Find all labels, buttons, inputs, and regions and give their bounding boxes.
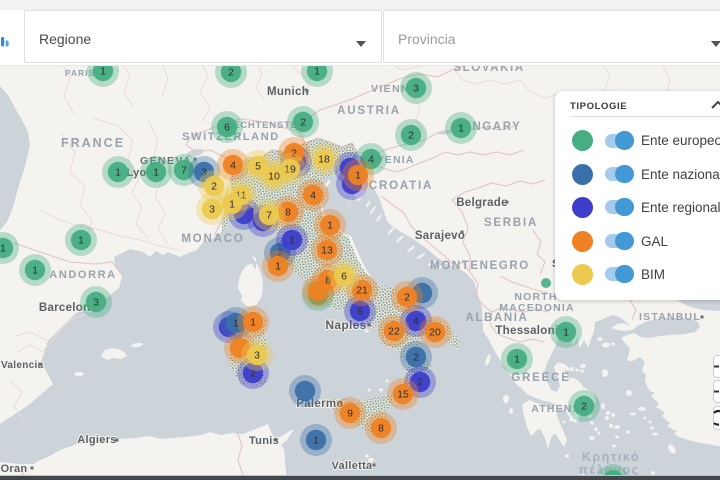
svg-text:4: 4 [310,190,316,202]
svg-text:2: 2 [413,352,419,364]
svg-text:8: 8 [285,207,291,219]
svg-text:13: 13 [321,245,333,257]
svg-text:SERBIA: SERBIA [484,217,538,229]
svg-text:20: 20 [429,327,441,339]
svg-text:10: 10 [268,171,280,183]
svg-text:ANDORRA: ANDORRA [49,269,116,281]
svg-text:CROATIA: CROATIA [369,180,433,192]
svg-text:6: 6 [341,271,347,283]
svg-text:Κρητικό: Κρητικό [582,450,640,464]
svg-text:2: 2 [581,401,587,413]
svg-text:2: 2 [404,292,410,304]
svg-text:Belgrade: Belgrade [456,197,508,209]
svg-text:AUSTRIA: AUSTRIA [337,105,401,117]
svg-text:1: 1 [458,123,464,135]
svg-text:FRANCE: FRANCE [61,136,125,150]
svg-text:21: 21 [356,285,368,297]
svg-text:1: 1 [153,167,159,179]
svg-text:1: 1 [100,66,106,78]
svg-text:Sarajevo: Sarajevo [415,230,465,242]
svg-text:18: 18 [318,154,330,166]
svg-text:4: 4 [413,316,419,328]
svg-text:22: 22 [388,326,400,338]
svg-text:ISTANBUL: ISTANBUL [639,311,701,323]
svg-text:MONACO: MONACO [181,233,244,245]
svg-text:Valletta: Valletta [332,460,374,472]
svg-text:Munich: Munich [267,86,309,98]
svg-text:7: 7 [266,210,272,222]
svg-text:8: 8 [378,423,384,435]
svg-text:1: 1 [514,354,520,366]
svg-text:1: 1 [563,327,569,339]
svg-text:1: 1 [229,199,235,211]
svg-text:1: 1 [250,317,256,329]
svg-text:Algiers: Algiers [77,434,116,446]
svg-text:4: 4 [230,160,236,172]
svg-text:2: 2 [211,181,217,193]
svg-text:2: 2 [228,67,234,79]
svg-text:3: 3 [413,83,419,95]
svg-text:7: 7 [181,165,187,177]
svg-text:1: 1 [78,235,84,247]
svg-text:Valencia: Valencia [1,360,44,371]
svg-text:MONTENEGRO: MONTENEGRO [430,260,530,272]
svg-text:1: 1 [275,261,281,273]
svg-text:15: 15 [397,389,409,401]
svg-text:6: 6 [224,122,230,134]
svg-text:2: 2 [408,130,414,142]
svg-text:1: 1 [32,265,38,277]
svg-text:3: 3 [254,350,260,362]
svg-text:2: 2 [417,377,423,389]
svg-text:1: 1 [313,435,319,447]
svg-text:3: 3 [209,204,215,216]
svg-text:1: 1 [314,66,320,78]
svg-text:Oran: Oran [1,463,28,475]
svg-text:1: 1 [289,235,295,247]
svg-text:9: 9 [347,408,353,420]
svg-text:2: 2 [300,117,306,129]
svg-text:1: 1 [115,167,121,179]
svg-text:1: 1 [355,170,361,182]
svg-text:3: 3 [93,297,99,309]
svg-text:1: 1 [327,220,333,232]
svg-text:1: 1 [0,243,6,255]
svg-text:MACEDONIA: MACEDONIA [499,302,575,314]
svg-text:6: 6 [357,306,363,318]
